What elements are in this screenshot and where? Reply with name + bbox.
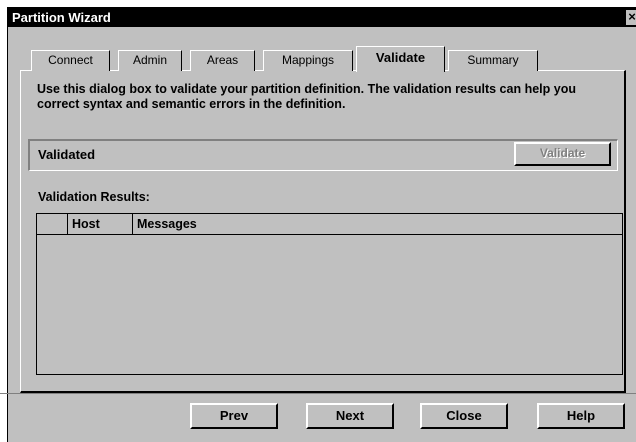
title-bar[interactable]: Partition Wizard ×: [8, 8, 636, 27]
help-button[interactable]: Help: [537, 403, 625, 429]
tab-mappings[interactable]: Mappings: [263, 50, 353, 71]
validation-results-label: Validation Results:: [38, 190, 150, 204]
prev-button[interactable]: Prev: [190, 403, 278, 429]
close-icon[interactable]: ×: [626, 10, 636, 25]
tab-summary[interactable]: Summary: [448, 50, 538, 71]
tab-connect[interactable]: Connect: [31, 50, 110, 71]
tab-areas[interactable]: Areas: [190, 50, 255, 71]
footer-divider: [0, 393, 636, 394]
grid-row-header-column[interactable]: [37, 214, 68, 234]
tab-validate[interactable]: Validate: [356, 46, 445, 72]
validation-results-grid[interactable]: Host Messages: [36, 213, 623, 375]
validate-button[interactable]: Validate: [514, 142, 611, 166]
window-title: Partition Wizard: [12, 10, 111, 25]
next-button[interactable]: Next: [306, 403, 394, 429]
grid-column-host[interactable]: Host: [68, 214, 133, 234]
grid-column-messages[interactable]: Messages: [133, 214, 622, 234]
tab-admin[interactable]: Admin: [118, 50, 182, 71]
grid-header: Host Messages: [37, 214, 622, 235]
close-button[interactable]: Close: [420, 403, 508, 429]
status-text: Validated: [38, 147, 96, 162]
